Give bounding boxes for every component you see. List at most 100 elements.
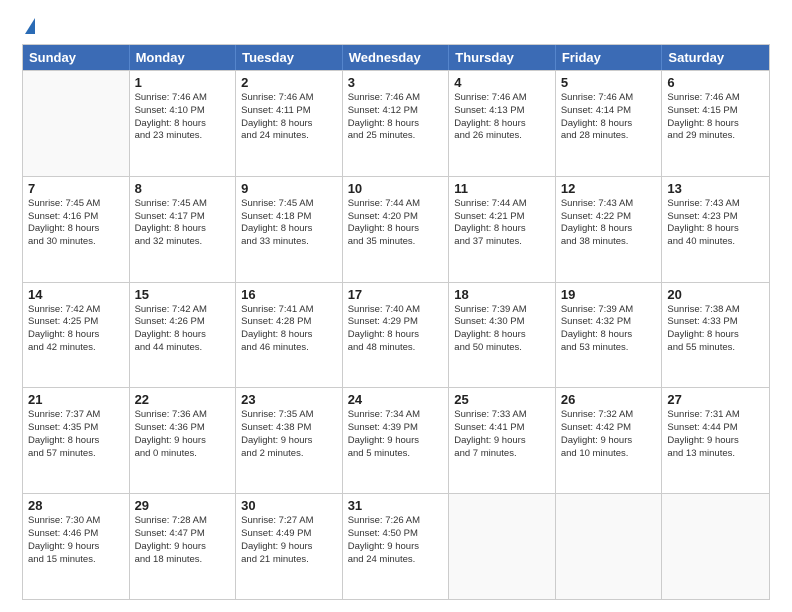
day-info: Sunrise: 7:46 AM Sunset: 4:11 PM Dayligh… <box>241 92 337 143</box>
day-info: Sunrise: 7:26 AM Sunset: 4:50 PM Dayligh… <box>348 515 444 566</box>
calendar-week-3: 14 Sunrise: 7:42 AM Sunset: 4:25 PM Dayli… <box>23 282 769 388</box>
day-info: Sunrise: 7:37 AM Sunset: 4:35 PM Dayligh… <box>28 409 124 460</box>
calendar-cell: 22 Sunrise: 7:36 AM Sunset: 4:36 PM Dayli… <box>130 388 237 493</box>
day-number: 23 <box>241 392 337 407</box>
calendar-header-tuesday: Tuesday <box>236 45 343 70</box>
day-info: Sunrise: 7:31 AM Sunset: 4:44 PM Dayligh… <box>667 409 764 460</box>
day-info: Sunrise: 7:45 AM Sunset: 4:16 PM Dayligh… <box>28 198 124 249</box>
day-info: Sunrise: 7:46 AM Sunset: 4:13 PM Dayligh… <box>454 92 550 143</box>
day-number: 15 <box>135 287 231 302</box>
day-info: Sunrise: 7:27 AM Sunset: 4:49 PM Dayligh… <box>241 515 337 566</box>
day-info: Sunrise: 7:46 AM Sunset: 4:10 PM Dayligh… <box>135 92 231 143</box>
day-number: 4 <box>454 75 550 90</box>
calendar-header-saturday: Saturday <box>662 45 769 70</box>
day-number: 22 <box>135 392 231 407</box>
calendar-cell <box>556 494 663 599</box>
day-number: 21 <box>28 392 124 407</box>
day-number: 18 <box>454 287 550 302</box>
calendar-header-monday: Monday <box>130 45 237 70</box>
day-number: 12 <box>561 181 657 196</box>
calendar-cell: 6 Sunrise: 7:46 AM Sunset: 4:15 PM Daylig… <box>662 71 769 176</box>
calendar: SundayMondayTuesdayWednesdayThursdayFrid… <box>22 44 770 600</box>
day-info: Sunrise: 7:34 AM Sunset: 4:39 PM Dayligh… <box>348 409 444 460</box>
calendar-cell: 8Sunrise: 7:45 AM Sunset: 4:17 PM Daylig… <box>130 177 237 282</box>
day-info: Sunrise: 7:45 AM Sunset: 4:18 PM Dayligh… <box>241 198 337 249</box>
day-number: 17 <box>348 287 444 302</box>
day-info: Sunrise: 7:46 AM Sunset: 4:15 PM Dayligh… <box>667 92 764 143</box>
day-info: Sunrise: 7:30 AM Sunset: 4:46 PM Dayligh… <box>28 515 124 566</box>
calendar-cell: 15 Sunrise: 7:42 AM Sunset: 4:26 PM Dayli… <box>130 283 237 388</box>
calendar-cell: 9Sunrise: 7:45 AM Sunset: 4:18 PM Daylig… <box>236 177 343 282</box>
calendar-cell: 10 Sunrise: 7:44 AM Sunset: 4:20 PM Dayli… <box>343 177 450 282</box>
day-number: 31 <box>348 498 444 513</box>
day-number: 28 <box>28 498 124 513</box>
header <box>22 18 770 34</box>
calendar-cell <box>23 71 130 176</box>
calendar-cell: 5 Sunrise: 7:46 AM Sunset: 4:14 PM Daylig… <box>556 71 663 176</box>
calendar-cell: 21 Sunrise: 7:37 AM Sunset: 4:35 PM Dayli… <box>23 388 130 493</box>
calendar-cell: 27 Sunrise: 7:31 AM Sunset: 4:44 PM Dayli… <box>662 388 769 493</box>
calendar-cell: 24 Sunrise: 7:34 AM Sunset: 4:39 PM Dayli… <box>343 388 450 493</box>
day-number: 10 <box>348 181 444 196</box>
calendar-cell: 13 Sunrise: 7:43 AM Sunset: 4:23 PM Dayli… <box>662 177 769 282</box>
calendar-cell: 16 Sunrise: 7:41 AM Sunset: 4:28 PM Dayli… <box>236 283 343 388</box>
day-info: Sunrise: 7:44 AM Sunset: 4:20 PM Dayligh… <box>348 198 444 249</box>
day-number: 7 <box>28 181 124 196</box>
day-info: Sunrise: 7:46 AM Sunset: 4:12 PM Dayligh… <box>348 92 444 143</box>
calendar-cell <box>449 494 556 599</box>
calendar-cell: 17 Sunrise: 7:40 AM Sunset: 4:29 PM Dayli… <box>343 283 450 388</box>
calendar-cell: 20 Sunrise: 7:38 AM Sunset: 4:33 PM Dayli… <box>662 283 769 388</box>
day-info: Sunrise: 7:38 AM Sunset: 4:33 PM Dayligh… <box>667 304 764 355</box>
calendar-cell: 7 Sunrise: 7:45 AM Sunset: 4:16 PM Daylig… <box>23 177 130 282</box>
calendar-body: 1 Sunrise: 7:46 AM Sunset: 4:10 PM Daylig… <box>23 70 769 599</box>
calendar-header-thursday: Thursday <box>449 45 556 70</box>
calendar-cell: 4 Sunrise: 7:46 AM Sunset: 4:13 PM Daylig… <box>449 71 556 176</box>
page: SundayMondayTuesdayWednesdayThursdayFrid… <box>0 0 792 612</box>
day-number: 24 <box>348 392 444 407</box>
day-info: Sunrise: 7:46 AM Sunset: 4:14 PM Dayligh… <box>561 92 657 143</box>
calendar-cell: 30 Sunrise: 7:27 AM Sunset: 4:49 PM Dayli… <box>236 494 343 599</box>
calendar-cell <box>662 494 769 599</box>
day-info: Sunrise: 7:43 AM Sunset: 4:22 PM Dayligh… <box>561 198 657 249</box>
day-number: 20 <box>667 287 764 302</box>
day-info: Sunrise: 7:42 AM Sunset: 4:26 PM Dayligh… <box>135 304 231 355</box>
day-info: Sunrise: 7:40 AM Sunset: 4:29 PM Dayligh… <box>348 304 444 355</box>
day-info: Sunrise: 7:35 AM Sunset: 4:38 PM Dayligh… <box>241 409 337 460</box>
day-info: Sunrise: 7:33 AM Sunset: 4:41 PM Dayligh… <box>454 409 550 460</box>
calendar-cell: 31 Sunrise: 7:26 AM Sunset: 4:50 PM Dayli… <box>343 494 450 599</box>
day-number: 16 <box>241 287 337 302</box>
day-number: 3 <box>348 75 444 90</box>
day-number: 19 <box>561 287 657 302</box>
calendar-cell: 28 Sunrise: 7:30 AM Sunset: 4:46 PM Dayli… <box>23 494 130 599</box>
day-info: Sunrise: 7:28 AM Sunset: 4:47 PM Dayligh… <box>135 515 231 566</box>
day-info: Sunrise: 7:42 AM Sunset: 4:25 PM Dayligh… <box>28 304 124 355</box>
day-number: 30 <box>241 498 337 513</box>
calendar-cell: 26 Sunrise: 7:32 AM Sunset: 4:42 PM Dayli… <box>556 388 663 493</box>
day-number: 5 <box>561 75 657 90</box>
day-info: Sunrise: 7:39 AM Sunset: 4:30 PM Dayligh… <box>454 304 550 355</box>
day-info: Sunrise: 7:44 AM Sunset: 4:21 PM Dayligh… <box>454 198 550 249</box>
calendar-cell: 2 Sunrise: 7:46 AM Sunset: 4:11 PM Daylig… <box>236 71 343 176</box>
day-number: 1 <box>135 75 231 90</box>
day-number: 2 <box>241 75 337 90</box>
day-number: 14 <box>28 287 124 302</box>
calendar-week-2: 7 Sunrise: 7:45 AM Sunset: 4:16 PM Daylig… <box>23 176 769 282</box>
day-info: Sunrise: 7:43 AM Sunset: 4:23 PM Dayligh… <box>667 198 764 249</box>
calendar-week-4: 21 Sunrise: 7:37 AM Sunset: 4:35 PM Dayli… <box>23 387 769 493</box>
day-number: 6 <box>667 75 764 90</box>
calendar-header-sunday: Sunday <box>23 45 130 70</box>
calendar-cell: 18 Sunrise: 7:39 AM Sunset: 4:30 PM Dayli… <box>449 283 556 388</box>
logo <box>22 18 35 34</box>
calendar-cell: 29Sunrise: 7:28 AM Sunset: 4:47 PM Dayli… <box>130 494 237 599</box>
day-info: Sunrise: 7:36 AM Sunset: 4:36 PM Dayligh… <box>135 409 231 460</box>
day-number: 27 <box>667 392 764 407</box>
day-number: 26 <box>561 392 657 407</box>
calendar-cell: 14 Sunrise: 7:42 AM Sunset: 4:25 PM Dayli… <box>23 283 130 388</box>
day-number: 13 <box>667 181 764 196</box>
day-info: Sunrise: 7:32 AM Sunset: 4:42 PM Dayligh… <box>561 409 657 460</box>
calendar-cell: 25Sunrise: 7:33 AM Sunset: 4:41 PM Dayli… <box>449 388 556 493</box>
calendar-cell: 12 Sunrise: 7:43 AM Sunset: 4:22 PM Dayli… <box>556 177 663 282</box>
day-info: Sunrise: 7:41 AM Sunset: 4:28 PM Dayligh… <box>241 304 337 355</box>
calendar-cell: 3 Sunrise: 7:46 AM Sunset: 4:12 PM Daylig… <box>343 71 450 176</box>
calendar-header-friday: Friday <box>556 45 663 70</box>
